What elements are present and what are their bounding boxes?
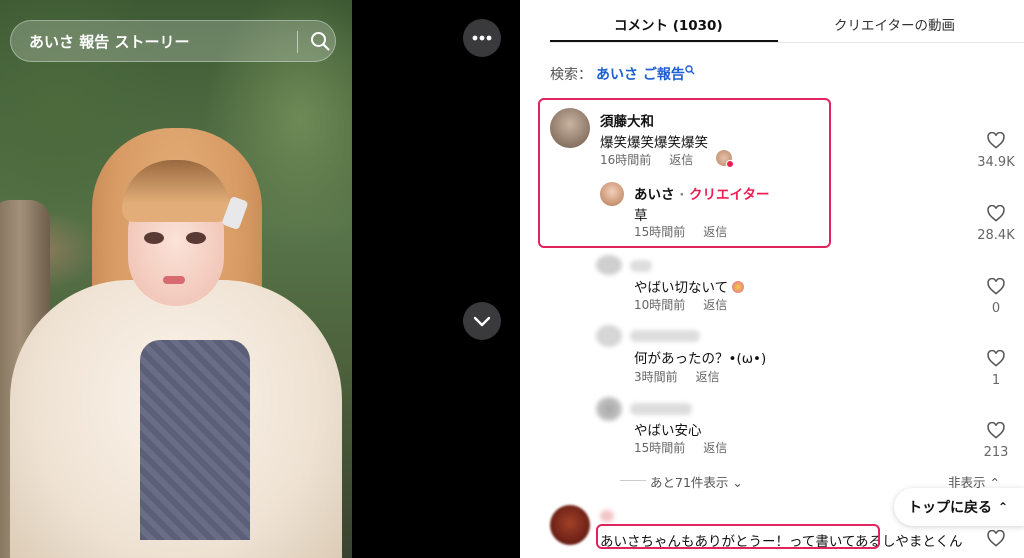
replies-controls: あと71件表示 ⌄ 非表示 ⌃ [620,470,1008,490]
search-divider [297,31,298,53]
avatar[interactable] [600,182,624,206]
comment-text: しやまとくん [882,534,963,550]
video-search-text: あいさ 報告 ストーリー [29,33,190,51]
reply-button[interactable]: 返信 [703,298,727,312]
like-button[interactable] [972,529,1020,551]
heart-icon [987,421,1005,439]
blurred-username [630,330,700,342]
comment-time: 15時間前 [634,225,686,239]
reply-header: あいさ · クリエイター [634,183,770,203]
like-button[interactable]: 28.4K [972,204,1020,243]
reply-button[interactable]: 返信 [696,370,720,384]
search-icon[interactable] [309,30,331,52]
tab-divider [550,42,1024,43]
chevron-down-icon [473,316,491,327]
like-count: 0 [991,301,1001,316]
blurred-username [630,403,692,415]
chevron-up-icon: ⌃ [998,500,1009,514]
heart-badge-icon [726,160,734,168]
like-button[interactable]: 0 [972,277,1020,316]
left-eye [144,232,164,244]
search-keyword-line: 検索： あいさ ご報告 [550,64,695,84]
tab-comments[interactable]: コメント (1030) [614,14,723,34]
tab-creator-videos[interactable]: クリエイターの動画 [834,14,955,34]
search-icon [685,65,695,75]
like-button[interactable]: 1 [972,349,1020,388]
comment-text: やばい安心 [634,423,702,439]
comment-text-row: やばい切ないて [634,276,745,296]
video-pane: あいさ 報告 ストーリー [0,0,520,558]
heart-icon [987,277,1005,295]
search-prefix: 検索： [550,67,592,83]
divider-line [620,480,646,481]
reply-button[interactable]: 返信 [669,153,693,167]
heart-icon [987,349,1005,367]
like-button[interactable]: 213 [972,421,1020,460]
name-separator: · [679,187,685,203]
reply-button[interactable]: 返信 [703,441,727,455]
ellipsis-icon [472,35,492,41]
more-options-button[interactable] [463,19,501,57]
comments-panel: コメント (1030) クリエイターの動画 検索： あいさ ご報告 須藤大和 爆笑… [520,0,1024,558]
lips [163,276,185,284]
comment-time: 16時間前 [600,153,652,167]
avatar[interactable] [596,255,622,275]
like-count: 213 [983,445,1009,460]
comment-meta: 15時間前 返信 [634,439,727,456]
tab-bar: コメント (1030) クリエイターの動画 [550,0,1024,44]
heart-icon [987,204,1005,222]
blurred-username [600,510,614,522]
video-frame[interactable] [0,0,352,558]
chevron-down-icon: ⌄ [732,475,743,490]
avatar[interactable] [596,397,622,421]
like-count: 28.4K [977,228,1015,243]
creator-badge: クリエイター [689,187,770,203]
avatar[interactable] [596,325,622,347]
comment-meta: 16時間前 返信 [600,151,693,168]
like-button[interactable]: 34.9K [972,131,1020,170]
blurred-username [630,260,652,272]
comment-text: やばい切ないて [634,280,729,296]
comment-time: 3時間前 [634,370,678,384]
show-more-label: あと71件表示 [650,475,729,490]
avatar[interactable] [550,505,590,545]
comment-text: 爆笑爆笑爆笑爆笑 [600,135,708,151]
right-eye [186,232,206,244]
show-more-replies-button[interactable]: あと71件表示 ⌄ [650,472,743,491]
comment-meta: 3時間前 返信 [634,368,720,385]
like-count: 1 [991,373,1001,388]
comment-time: 10時間前 [634,298,686,312]
like-count: 34.9K [977,155,1015,170]
heart-icon [987,131,1005,149]
crying-emoji-icon [732,281,745,293]
comment-text: 何があったの？•(ω•) [634,351,767,367]
comment-time: 15時間前 [634,441,686,455]
comment-username[interactable]: あいさ [634,187,675,203]
reply-button[interactable]: 返信 [703,225,727,239]
comment-text: 草 [634,208,648,224]
search-keyword-link[interactable]: あいさ ご報告 [596,67,685,83]
video-search-bar[interactable]: あいさ 報告 ストーリー [10,20,336,62]
next-video-button[interactable] [463,302,501,340]
heart-icon [987,529,1005,547]
text-highlight-box [596,524,880,549]
comment-meta: 10時間前 返信 [634,296,727,313]
comment-username[interactable]: 須藤大和 [600,110,654,130]
avatar[interactable] [550,108,590,148]
comment-meta: 15時間前 返信 [634,223,727,240]
back-to-top-button[interactable]: トップに戻る ⌃ [894,488,1024,526]
back-to-top-label: トップに戻る [908,500,992,516]
knit-top [140,340,250,540]
